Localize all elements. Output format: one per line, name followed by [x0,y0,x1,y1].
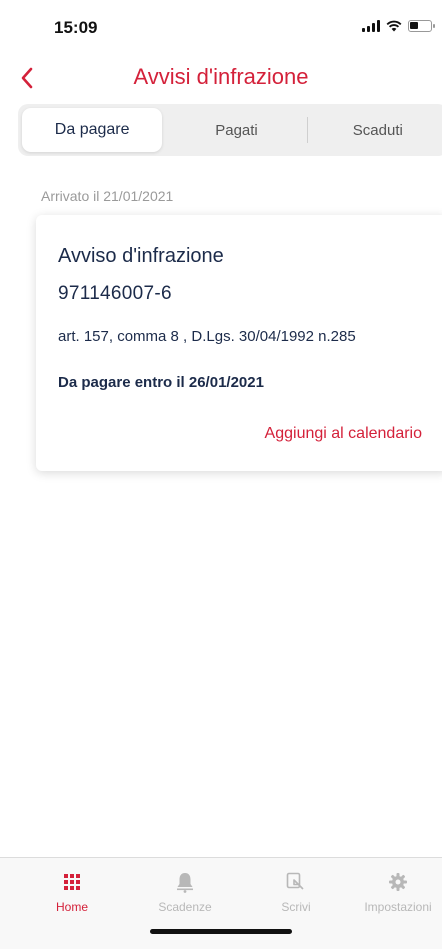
tab-scaduti[interactable]: Scaduti [308,108,442,152]
status-time: 15:09 [54,18,98,37]
nav-item-scadenze[interactable]: Scadenze [135,870,235,914]
bell-icon [177,873,193,893]
status-icons [362,20,435,32]
grid-icon [64,874,80,890]
signal-icon [362,20,380,32]
segmented-tabs: Da pagare Pagati Scaduti [18,104,442,156]
nav-label-scrivi: Scrivi [281,900,311,914]
due-date: Da pagare entro il 26/01/2021 [58,374,264,391]
add-to-calendar-link[interactable]: Aggiungi al calendario [265,425,422,443]
infraction-card[interactable]: Avviso d'infrazione 971146007-6 art. 157… [36,215,442,471]
nav-label-impostazioni: Impostazioni [364,900,432,914]
law-reference: art. 157, comma 8 , D.Lgs. 30/04/1992 n.… [58,328,356,345]
nav-item-scrivi[interactable]: Scrivi [246,870,346,914]
navigation-bar: Avvisi d'infrazione [0,56,442,100]
nav-item-impostazioni[interactable]: Impostazioni [348,870,442,914]
battery-icon [408,20,435,32]
gear-icon [389,873,407,891]
nav-item-home[interactable]: Home [22,870,122,914]
card-title: Avviso d'infrazione [58,245,224,267]
tab-da-pagare[interactable]: Da pagare [22,108,163,152]
bottom-tab-bar: Home Scadenze Scrivi Impostazioni [0,857,442,949]
tab-pagati[interactable]: Pagati [166,108,306,152]
status-bar: 15:09 [0,0,442,56]
compose-icon [286,872,304,890]
arrived-date: Arrivato il 21/01/2021 [41,188,174,204]
nav-label-scadenze: Scadenze [158,900,212,914]
nav-label-home: Home [55,900,88,914]
wifi-icon [386,20,402,32]
home-indicator [150,929,292,934]
infraction-number: 971146007-6 [58,283,172,304]
page-title: Avvisi d'infrazione [133,64,309,89]
